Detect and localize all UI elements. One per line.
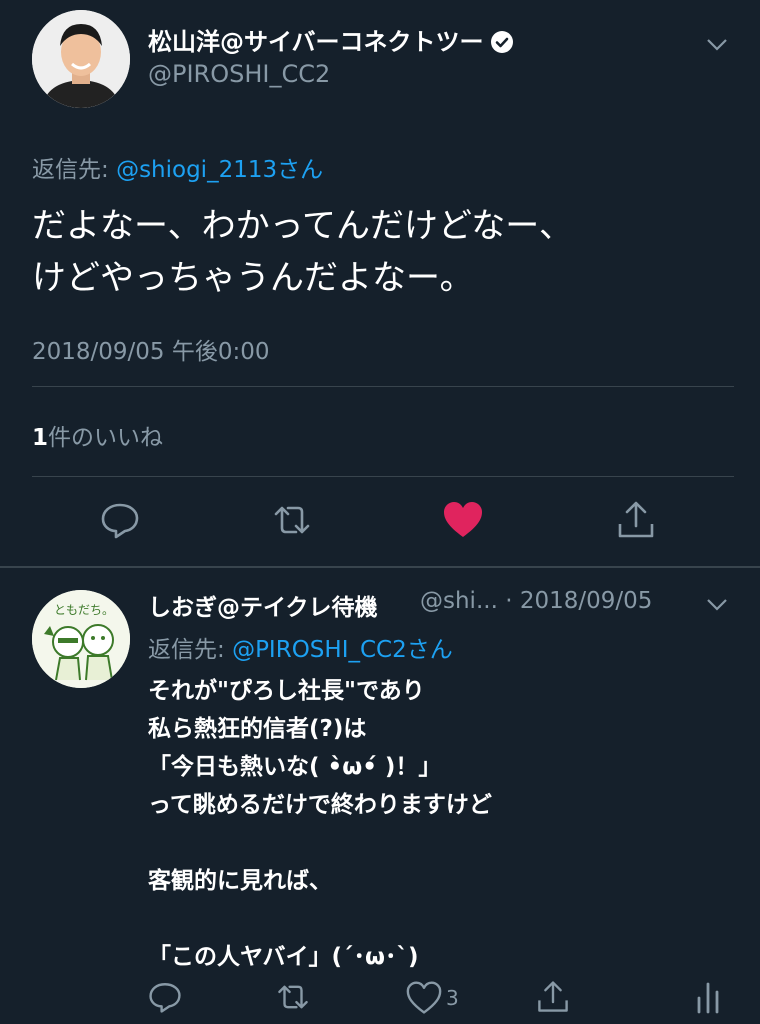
share-button[interactable]: [536, 980, 570, 1016]
retweet-icon: [274, 980, 312, 1014]
divider: [32, 386, 734, 387]
tweet-body-line: [148, 900, 738, 938]
tweet-body-line: [148, 824, 738, 862]
like-button[interactable]: 3: [406, 980, 466, 1016]
tweet-body-line: 私ら熱狂的信者(?)は: [148, 716, 367, 742]
author-name[interactable]: 松山洋@サイバーコネクトツー: [148, 22, 514, 57]
reply-to-link[interactable]: @shiogi_2113さん: [116, 157, 323, 183]
tweet-body-line: けどやっちゃうんだよなー。: [32, 258, 474, 298]
chevron-down-icon[interactable]: [706, 38, 728, 52]
like-count-summary[interactable]: 1件のいいね: [32, 418, 163, 452]
heart-icon: [406, 981, 442, 1015]
reply-button[interactable]: [100, 500, 140, 540]
tweet-body-line: それが"ぴろし社長"であり: [148, 678, 425, 704]
share-icon: [616, 500, 656, 540]
reply-to-link[interactable]: @PIROSHI_CC2さん: [232, 637, 453, 663]
reply-tweet-body: それが"ぴろし社長"であり 私ら熱狂的信者(?)は 「今日も熱いな( •̀ω•́…: [148, 672, 738, 976]
reply-author-avatar[interactable]: ともだち。: [32, 590, 130, 688]
tweet-body-line: 客観的に見れば、: [148, 868, 332, 894]
like-button[interactable]: [442, 500, 482, 540]
reply-to-line: 返信先: @shiogi_2113さん: [32, 150, 323, 184]
reply-prefix: 返信先:: [148, 637, 233, 663]
tweet-separator: [0, 566, 760, 568]
avatar-lettering: ともだち。: [54, 603, 114, 617]
tweet-body: だよなー、わかってんだけどなー、 けどやっちゃうんだよなー。: [32, 200, 732, 304]
tweet-body-line: だよなー、わかってんだけどなー、: [32, 206, 573, 246]
share-icon: [536, 980, 570, 1014]
reply-author-name[interactable]: しおぎ@テイクレ待機: [148, 588, 378, 622]
reply-prefix: 返信先:: [32, 157, 117, 183]
author-handle[interactable]: @PIROSHI_CC2: [148, 60, 330, 88]
chevron-down-icon[interactable]: [706, 598, 728, 612]
reply-icon: [148, 980, 182, 1014]
tweet-body-line: 「今日も熱いな( •̀ω•́ )！」: [148, 754, 442, 780]
verified-badge-icon: [490, 30, 514, 54]
analytics-button[interactable]: [696, 980, 720, 1016]
tweet-timestamp[interactable]: 2018/09/05 午後0:00: [32, 332, 270, 366]
heart-icon: [442, 500, 482, 540]
retweet-button[interactable]: [270, 500, 310, 540]
tweet-body-line: って眺めるだけで終わりますけど: [148, 792, 492, 818]
reply-to-line: 返信先: @PIROSHI_CC2さん: [148, 630, 453, 664]
like-count: 1: [32, 425, 49, 451]
reply-button[interactable]: [148, 980, 182, 1016]
retweet-icon: [270, 500, 310, 540]
analytics-icon: [696, 980, 720, 1014]
reply-handle-date[interactable]: @shi... · 2018/09/05: [420, 588, 652, 614]
tweet-body-line: 「この人ヤバイ」(´･ω･`): [148, 944, 419, 970]
author-avatar[interactable]: [32, 10, 130, 108]
like-count-label: 件のいいね: [48, 425, 164, 451]
share-button[interactable]: [616, 500, 656, 540]
like-count: 3: [446, 986, 459, 1010]
reply-icon: [100, 500, 140, 540]
divider: [32, 476, 734, 477]
retweet-button[interactable]: [274, 980, 312, 1016]
author-display-name[interactable]: 松山洋@サイバーコネクトツー: [148, 28, 484, 56]
